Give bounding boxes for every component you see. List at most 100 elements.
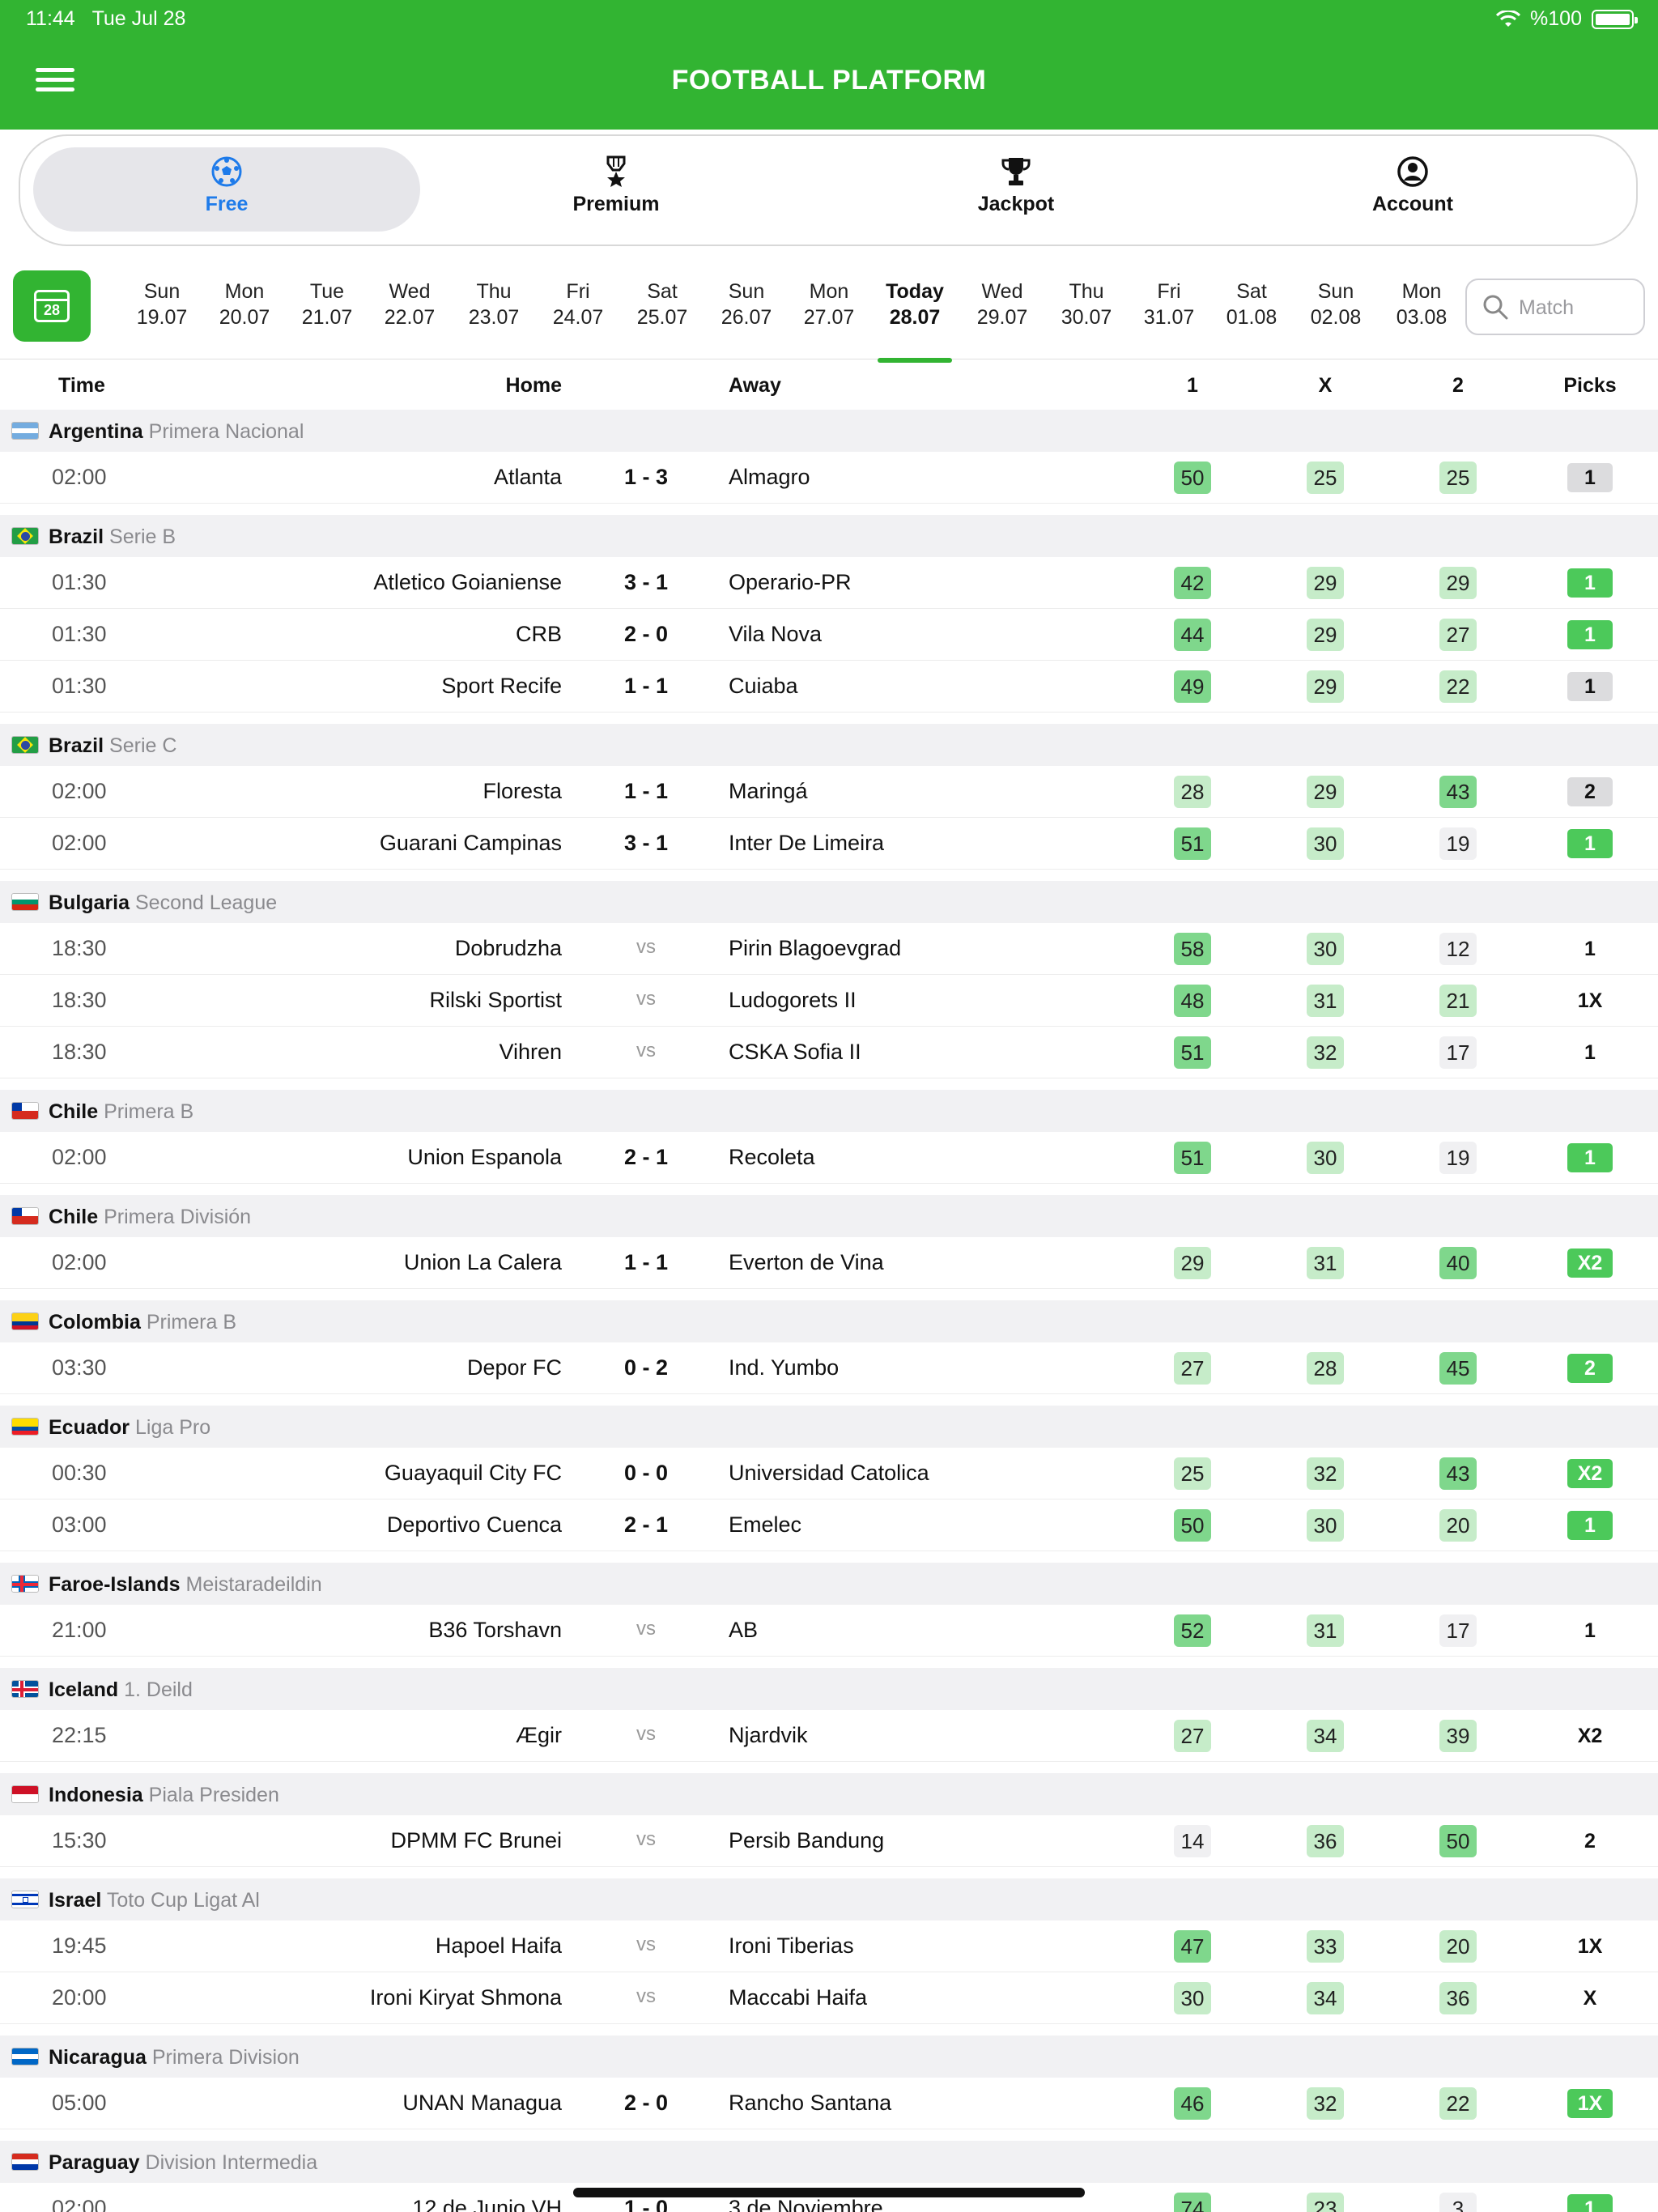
wifi-icon — [1496, 10, 1521, 27]
pick-badge: 1 — [1567, 829, 1613, 858]
date-item-23-07[interactable]: Thu 23.07 — [453, 279, 534, 330]
pick-badge: X2 — [1567, 1249, 1613, 1278]
home-team: Union La Calera — [403, 1250, 562, 1274]
date-item-02-08[interactable]: Sun 02.08 — [1295, 279, 1376, 330]
tab-free-label: Free — [205, 193, 249, 215]
search-input[interactable]: Match — [1465, 279, 1645, 335]
match-row[interactable]: 01:30 Atletico Goianiense 3 - 1 Operario-PR… — [0, 557, 1658, 609]
date-value-label: 01.08 — [1226, 306, 1278, 329]
date-value-label: 29.07 — [976, 306, 1028, 329]
date-item-20-07[interactable]: Mon 20.07 — [204, 279, 285, 330]
away-team: Pirin Blagoevgrad — [729, 936, 902, 960]
league-spacer — [0, 2129, 1658, 2141]
match-row[interactable]: 02:00 Atlanta 1 - 3 Almagro 50 25 25 1 — [0, 452, 1658, 504]
away-team: Njardvik — [729, 1723, 808, 1747]
away-team: Recoleta — [729, 1145, 815, 1169]
tab-account[interactable]: Account — [1251, 147, 1575, 232]
date-item-30-07[interactable]: Thu 30.07 — [1046, 279, 1127, 330]
match-row[interactable]: 20:00 Ironi Kiryat Shmona vs Maccabi Haifa 3… — [0, 1972, 1658, 2024]
pick-badge: 1X — [1577, 989, 1603, 1012]
league-spacer — [0, 1762, 1658, 1773]
tab-premium[interactable]: Premium — [454, 147, 778, 232]
date-item-25-07[interactable]: Sat 25.07 — [622, 279, 703, 330]
date-item-28-07[interactable]: Today 28.07 — [874, 279, 955, 363]
prob-draw: 34 — [1307, 1982, 1344, 2014]
date-item-27-07[interactable]: Mon 27.07 — [789, 279, 869, 330]
prob-home-win: 29 — [1174, 1247, 1211, 1279]
date-item-03-08[interactable]: Mon 03.08 — [1381, 279, 1462, 330]
match-row[interactable]: 02:00 Union La Calera 1 - 1 Everton de Vina… — [0, 1237, 1658, 1289]
match-row[interactable]: 21:00 B36 Torshavn vs AB 52 31 17 1 — [0, 1605, 1658, 1657]
calendar-button[interactable]: 28 — [13, 270, 91, 342]
date-item-21-07[interactable]: Tue 21.07 — [287, 279, 368, 330]
match-row[interactable]: 02:00 Guarani Campinas 3 - 1 Inter De Limei… — [0, 818, 1658, 870]
match-time: 18:30 — [52, 1040, 107, 1064]
match-row[interactable]: 18:30 Rilski Sportist vs Ludogorets II 48 31 2… — [0, 975, 1658, 1027]
match-row[interactable]: 01:30 Sport Recife 1 - 1 Cuiaba 49 29 22 1 — [0, 661, 1658, 713]
away-team: AB — [729, 1618, 759, 1642]
date-item-01-08[interactable]: Sat 01.08 — [1211, 279, 1292, 330]
match-row[interactable]: 22:15 Ægir vs Njardvik 27 34 39 X2 — [0, 1710, 1658, 1762]
tab-free[interactable]: Free — [33, 147, 420, 232]
tab-jackpot[interactable]: Jackpot — [854, 147, 1178, 232]
column-1: 1 — [1187, 374, 1198, 397]
date-item-31-07[interactable]: Fri 31.07 — [1129, 279, 1209, 330]
match-row[interactable]: 03:00 Deportivo Cuenca 2 - 1 Emelec 50 30 20 1 — [0, 1499, 1658, 1551]
date-item-29-07[interactable]: Wed 29.07 — [962, 279, 1043, 330]
home-indicator[interactable] — [573, 2188, 1085, 2197]
match-row[interactable]: 18:30 Vihren vs CSKA Sofia II 51 32 17 1 — [0, 1027, 1658, 1078]
date-day-label: Thu — [1069, 280, 1104, 303]
date-item-22-07[interactable]: Wed 22.07 — [369, 279, 450, 330]
match-time: 18:30 — [52, 936, 107, 960]
league-header: Faroe-Islands Meistaradeildin — [0, 1563, 1658, 1605]
match-row[interactable]: 05:00 UNAN Managua 2 - 0 Rancho Santana 46 32… — [0, 2078, 1658, 2129]
prob-home-win: 49 — [1174, 670, 1211, 703]
date-item-26-07[interactable]: Sun 26.07 — [706, 279, 787, 330]
match-row[interactable]: 19:45 Hapoel Haifa vs Ironi Tiberias 47 33 20 1… — [0, 1921, 1658, 1972]
match-row[interactable]: 00:30 Guayaquil City FC 0 - 0 Universidad C… — [0, 1448, 1658, 1499]
home-team: DPMM FC Brunei — [390, 1828, 562, 1853]
trophy-icon — [1001, 158, 1031, 185]
league-competition: Toto Cup Ligat Al — [106, 1889, 260, 1912]
prob-draw: 30 — [1307, 1142, 1344, 1174]
home-team: Hapoel Haifa — [435, 1933, 562, 1958]
prob-draw: 32 — [1307, 1036, 1344, 1069]
pick-badge: 2 — [1567, 777, 1613, 806]
chile-flag-icon — [11, 1207, 39, 1225]
pick-badge: 1 — [1567, 2194, 1613, 2212]
date-value-label: 03.08 — [1396, 306, 1448, 329]
date-value-label: 23.07 — [468, 306, 520, 329]
away-team: Maccabi Haifa — [729, 1985, 868, 2010]
match-row[interactable]: 03:30 Depor FC 0 - 2 Ind. Yumbo 27 28 45 2 — [0, 1342, 1658, 1394]
date-item-19-07[interactable]: Sun 19.07 — [121, 279, 202, 330]
match-row[interactable]: 18:30 Dobrudzha vs Pirin Blagoevgrad 58 30 12 1 — [0, 923, 1658, 975]
match-row[interactable]: 01:30 CRB 2 - 0 Vila Nova 44 29 27 1 — [0, 609, 1658, 661]
match-row[interactable]: 15:30 DPMM FC Brunei vs Persib Bandung 14 36 5… — [0, 1815, 1658, 1867]
prob-home-win: 51 — [1174, 827, 1211, 860]
match-score: 2 - 1 — [623, 1512, 669, 1537]
date-item-24-07[interactable]: Fri 24.07 — [538, 279, 619, 330]
column-2: 2 — [1452, 374, 1464, 397]
match-row[interactable]: 02:00 Union Espanola 2 - 1 Recoleta 51 30 19 1 — [0, 1132, 1658, 1184]
away-team: 3 de Noviembre — [729, 2196, 883, 2212]
prob-away-win: 45 — [1439, 1352, 1477, 1385]
league-spacer — [0, 713, 1658, 724]
pick-badge: X — [1583, 1987, 1597, 2010]
league-country: Iceland — [49, 1678, 119, 1701]
match-time: 02:00 — [52, 779, 107, 803]
date-day-label: Mon — [224, 280, 265, 303]
home-team: Ægir — [515, 1723, 562, 1747]
match-time: 02:00 — [52, 1145, 107, 1169]
league-competition: Primera División — [104, 1206, 252, 1228]
prob-home-win: 28 — [1174, 776, 1211, 808]
tab-premium-label: Premium — [572, 193, 660, 215]
league-header: Brazil Serie C — [0, 724, 1658, 766]
prob-away-win: 36 — [1439, 1982, 1477, 2014]
prob-away-win: 20 — [1439, 1509, 1477, 1542]
prob-draw: 25 — [1307, 462, 1344, 494]
match-row[interactable]: 02:00 Floresta 1 - 1 Maringá 28 29 43 2 — [0, 766, 1658, 818]
match-time: 21:00 — [52, 1618, 107, 1642]
away-team: Everton de Vina — [729, 1250, 884, 1274]
date-day-label: Sun — [143, 280, 181, 303]
prob-away-win: 40 — [1439, 1247, 1477, 1279]
